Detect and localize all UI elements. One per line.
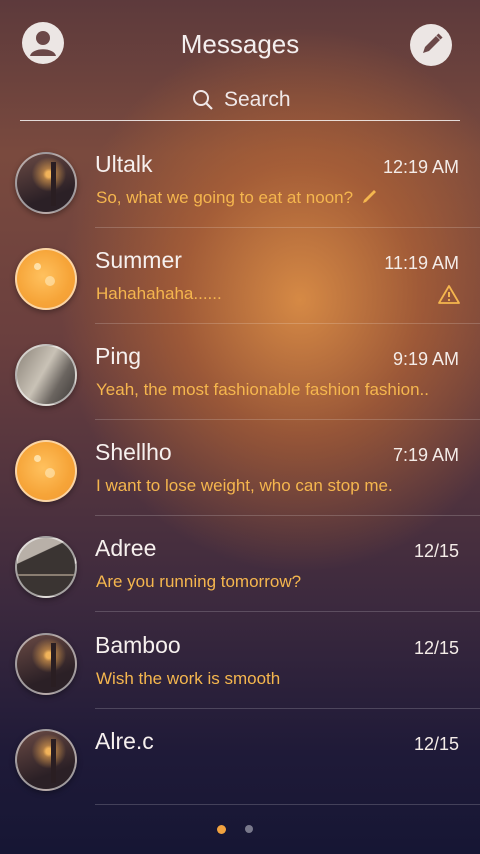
compose-button[interactable] <box>410 24 452 66</box>
page-dot[interactable] <box>245 825 253 833</box>
contact-name: Bamboo <box>95 632 181 658</box>
contact-name: Ping <box>95 343 142 369</box>
contact-name: Shellho <box>95 439 172 465</box>
conversation-row[interactable]: Ping 9:19 AM Yeah, the most fashionable … <box>0 324 480 420</box>
divider <box>95 611 480 612</box>
conversation-row[interactable]: Summer 11:19 AM Hahahahaha...... <box>0 228 480 324</box>
message-time: 12:19 AM <box>382 157 459 177</box>
conversation-row[interactable]: Alre.c 12/15 <box>0 709 480 805</box>
conversation-row[interactable]: Bamboo 12/15 Wish the work is smooth <box>0 613 480 709</box>
message-time: 9:19 AM <box>392 349 459 369</box>
contact-name: Alre.c <box>95 728 154 754</box>
header: Messages Search <box>0 0 480 121</box>
message-time: 11:19 AM <box>384 253 459 273</box>
avatar <box>15 248 77 310</box>
warning-icon <box>438 285 460 304</box>
page-dot-active[interactable] <box>217 825 226 834</box>
avatar <box>15 440 77 502</box>
page-indicator <box>0 822 480 836</box>
divider <box>95 804 480 805</box>
message-preview: Yeah, the most fashionable fashion fashi… <box>96 380 429 399</box>
message-time: 12/15 <box>413 734 459 754</box>
message-preview: I want to lose weight, who can stop me. <box>96 476 393 495</box>
avatar <box>15 344 77 406</box>
draft-pencil-icon <box>362 190 376 203</box>
conversation-row[interactable]: Shellho 7:19 AM I want to lose weight, w… <box>0 420 480 516</box>
message-time: 12/15 <box>413 541 459 561</box>
search-placeholder: Search <box>224 88 291 111</box>
message-preview: Wish the work is smooth <box>96 669 281 688</box>
avatar <box>15 729 77 791</box>
contact-name: Ultalk <box>95 151 153 177</box>
avatar <box>15 152 77 214</box>
message-preview: Are you running tomorrow? <box>96 572 302 591</box>
message-time: 7:19 AM <box>392 445 459 465</box>
message-preview: Hahahahaha...... <box>96 284 222 303</box>
avatar <box>15 633 77 695</box>
conversation-row[interactable]: Adree 12/15 Are you running tomorrow? <box>0 516 480 612</box>
pencil-icon <box>423 33 443 53</box>
avatar <box>15 536 77 598</box>
contact-name: Adree <box>95 535 157 561</box>
contact-name: Summer <box>95 247 182 273</box>
conversation-row[interactable]: Ultalk 12:19 AM So, what we going to eat… <box>0 132 480 228</box>
message-preview: So, what we going to eat at noon? <box>96 188 379 208</box>
page-title: Messages <box>180 29 300 59</box>
message-time: 12/15 <box>413 638 459 658</box>
search-icon <box>193 90 213 110</box>
search-bar[interactable]: Search <box>20 82 460 121</box>
